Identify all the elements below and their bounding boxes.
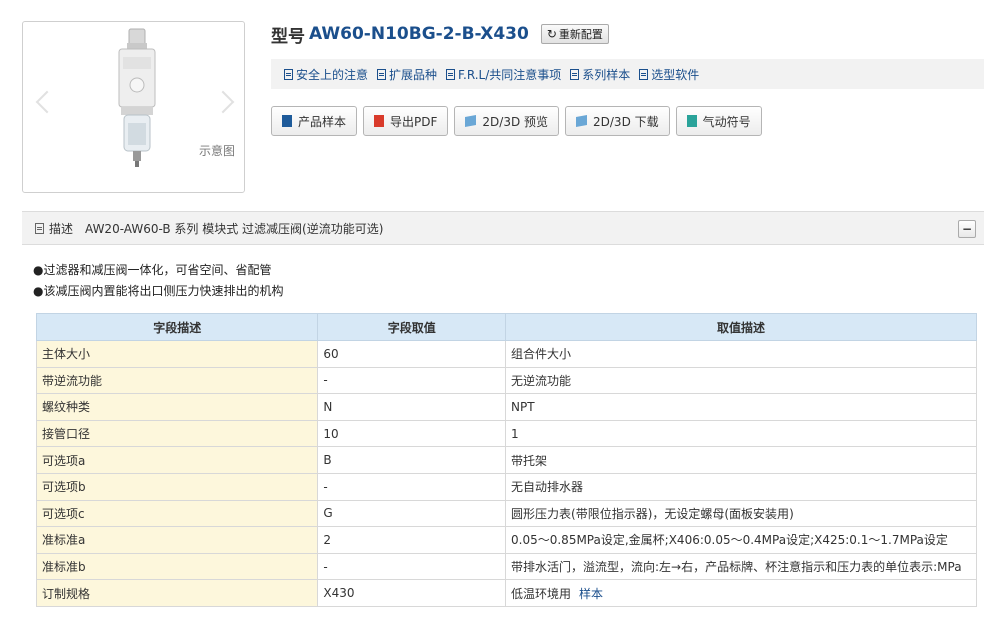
- pneumatic-symbol-button[interactable]: 气动符号: [675, 106, 762, 136]
- description-label: 描述: [49, 221, 74, 236]
- description-cell: 带排水活门，溢流型，流向:左→右，产品标牌、杯注意指示和压力表的单位表示:MPa: [505, 552, 977, 581]
- refresh-icon: ↻: [546, 27, 557, 41]
- reconfigure-button[interactable]: ↻ 重新配置: [540, 24, 609, 44]
- description-cell: 无逆流功能: [505, 366, 977, 395]
- field-cell: 可选项c: [35, 499, 319, 528]
- doc-link-selection-software[interactable]: 选型软件: [639, 66, 699, 83]
- spec-table: 字段描述 字段取值 取值描述 主体大小 60 组合件大小 带逆流功能 - 无逆流功能 螺…: [35, 313, 977, 607]
- value-cell: -: [317, 366, 507, 395]
- table-row: 准标准b - 带排水活门，溢流型，流向:左→右，产品标牌、杯注意指示和压力表的单位表…: [35, 552, 977, 581]
- cad-preview-button[interactable]: 2D/3D 预览: [454, 106, 560, 136]
- field-cell: 准标准b: [35, 552, 319, 581]
- document-links-bar: 安全上的注意 扩展品种 F.R.L/共同注意事项 系列样本 选型软件: [271, 59, 984, 89]
- table-row: 接管口径 10 1: [35, 419, 977, 448]
- action-buttons: 产品样本 导出PDF 2D/3D 预览 2D/3D 下载 气动符号: [271, 106, 768, 136]
- cube-icon: [576, 115, 588, 127]
- document-icon: [284, 68, 293, 80]
- value-cell: 10: [317, 419, 507, 448]
- description-cell: 无自动排水器: [505, 472, 977, 501]
- description-header: 描述 AW20-AW60-B 系列 模块式 过滤减压阀(逆流功能可选) −: [22, 211, 984, 245]
- value-cell: G: [317, 499, 507, 528]
- document-icon: [282, 115, 292, 127]
- value-cell: -: [317, 552, 507, 581]
- document-icon: [639, 68, 649, 80]
- table-row: 订制规格 X430 低温环境用 样本: [35, 579, 977, 607]
- collapse-button[interactable]: −: [958, 220, 976, 238]
- cad-download-button[interactable]: 2D/3D 下载: [565, 106, 670, 136]
- product-catalog-button[interactable]: 产品样本: [271, 106, 358, 136]
- description-cell: 1: [505, 419, 977, 448]
- field-cell: 可选项b: [35, 472, 319, 501]
- value-cell: -: [317, 472, 507, 501]
- export-pdf-button[interactable]: 导出PDF: [363, 106, 449, 136]
- table-row: 主体大小 60 组合件大小: [35, 340, 977, 368]
- document-icon: [570, 68, 580, 80]
- cube-icon: [465, 115, 477, 127]
- product-image: [118, 28, 156, 167]
- value-cell: 60: [317, 340, 507, 368]
- field-cell: 准标准a: [35, 526, 319, 554]
- prev-image-arrow-icon[interactable]: [35, 90, 59, 114]
- column-header-description: 取值描述: [505, 313, 977, 341]
- value-cell: N: [317, 393, 507, 421]
- feature-item: ●该减压阀内置能将出口侧压力快速排出的机构: [33, 284, 284, 298]
- next-image-arrow-icon[interactable]: [211, 90, 235, 114]
- field-cell: 带逆流功能: [35, 366, 319, 395]
- table-row: 螺纹种类 N NPT: [35, 393, 977, 421]
- doc-link-series-catalog[interactable]: 系列样本: [570, 66, 630, 83]
- model-label: 型号: [271, 26, 305, 47]
- table-row: 可选项c G 圆形压力表(带限位指示器)，无设定螺母(面板安装用): [35, 499, 977, 528]
- column-header-value: 字段取值: [317, 313, 507, 341]
- product-image-panel: 示意图: [22, 21, 245, 193]
- description-cell: 0.05～0.85MPa设定,金属杯;X406:0.05～0.4MPa设定;X4…: [505, 526, 977, 554]
- description-cell: 低温环境用 样本: [505, 579, 977, 607]
- value-cell: B: [317, 446, 507, 474]
- feature-list: ●过滤器和减压阀一体化，可省空间、省配管 ●该减压阀内置能将出口侧压力快速排出的…: [33, 260, 283, 302]
- doc-link-frl-notes[interactable]: F.R.L/共同注意事项: [446, 66, 561, 83]
- table-row: 准标准a 2 0.05～0.85MPa设定,金属杯;X406:0.05～0.4MPa…: [35, 526, 977, 554]
- series-description: AW20-AW60-B 系列 模块式 过滤减压阀(逆流功能可选): [85, 221, 384, 236]
- doc-link-variations[interactable]: 扩展品种: [377, 66, 437, 83]
- feature-item: ●过滤器和减压阀一体化，可省空间、省配管: [33, 263, 272, 277]
- table-row: 可选项a B 带托架: [35, 446, 977, 474]
- description-cell: 组合件大小: [505, 340, 977, 368]
- symbol-icon: [686, 115, 697, 127]
- title-row: 型号 AW60-N10BG-2-B-X430 ↻ 重新配置: [271, 22, 609, 47]
- field-cell: 螺纹种类: [35, 393, 319, 421]
- field-cell: 订制规格: [35, 579, 319, 607]
- sample-link[interactable]: 样本: [579, 587, 603, 601]
- description-cell: NPT: [505, 393, 977, 421]
- doc-link-safety[interactable]: 安全上的注意: [284, 66, 368, 83]
- document-icon: [377, 68, 387, 80]
- description-text: 低温环境用: [511, 586, 572, 601]
- description-cell: 带托架: [505, 446, 977, 474]
- model-number: AW60-N10BG-2-B-X430: [309, 24, 529, 44]
- field-cell: 主体大小: [35, 340, 319, 368]
- field-cell: 接管口径: [35, 419, 319, 448]
- table-row: 带逆流功能 - 无逆流功能: [35, 366, 977, 395]
- document-icon: [446, 68, 456, 80]
- description-icon: [35, 222, 44, 234]
- field-cell: 可选项a: [35, 446, 319, 474]
- description-cell: 圆形压力表(带限位指示器)，无设定螺母(面板安装用): [505, 499, 977, 528]
- value-cell: X430: [317, 579, 507, 607]
- value-cell: 2: [317, 526, 507, 554]
- table-row: 可选项b - 无自动排水器: [35, 472, 977, 501]
- schematic-caption: 示意图: [198, 144, 235, 158]
- column-header-field: 字段描述: [35, 313, 319, 341]
- reconfigure-label: 重新配置: [558, 28, 603, 41]
- pdf-icon: [374, 115, 385, 127]
- table-header-row: 字段描述 字段取值 取值描述: [35, 313, 977, 341]
